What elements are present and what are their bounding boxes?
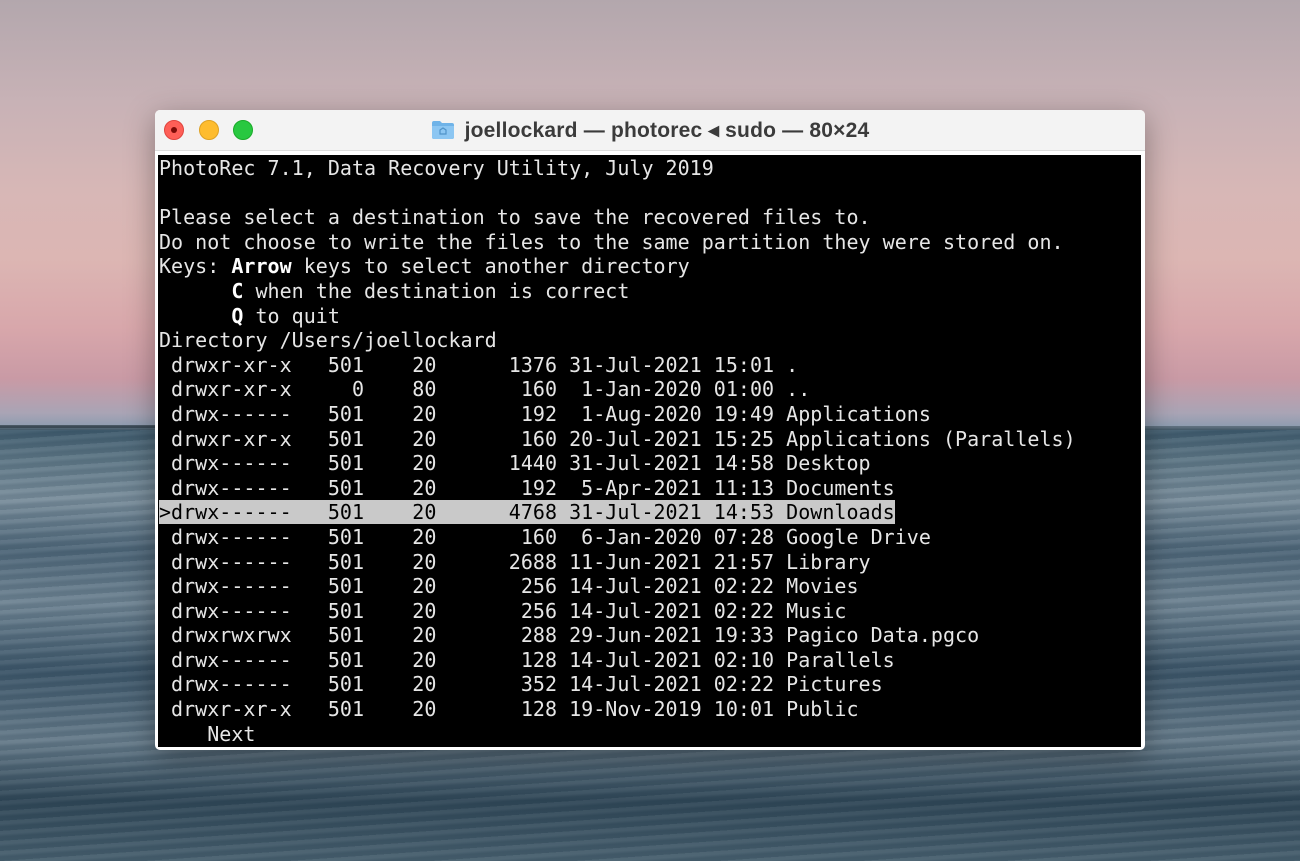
key-q-indent [159,304,231,328]
title-bar[interactable]: joellockard — photorec ◂ sudo — 80×24 [155,110,1145,151]
next-page-option[interactable]: Next [159,722,1076,747]
directory-entry[interactable]: drwx------ 501 20 1440 31-Jul-2021 14:58… [159,451,1076,476]
directory-entry[interactable]: drwx------ 501 20 352 14-Jul-2021 02:22 … [159,672,1076,697]
directory-entry-text: drwxrwxrwx 501 20 288 29-Jun-2021 19:33 … [159,623,980,648]
directory-entry-text: drwx------ 501 20 256 14-Jul-2021 02:22 … [159,574,859,599]
keys-line-q: Q to quit [159,304,1076,329]
directory-entry-text: drwx------ 501 20 160 6-Jan-2020 07:28 G… [159,524,931,549]
directory-entry-text: drwx------ 501 20 2688 11-Jun-2021 21:57… [159,549,871,574]
directory-entry[interactable]: drwx------ 501 20 192 1-Aug-2020 19:49 A… [159,402,1076,427]
directory-entry[interactable]: drwx------ 501 20 192 5-Apr-2021 11:13 D… [159,476,1076,501]
key-arrow-desc: keys to select another directory [291,254,690,279]
directory-entry-text: >drwx------ 501 20 4768 31-Jul-2021 14:5… [159,500,895,525]
directory-entry-text: drwx------ 501 20 192 1-Aug-2020 19:49 A… [159,401,931,426]
key-q: Q [231,303,244,328]
directory-path: Directory /Users/joellockard [159,328,497,353]
directory-entry-text: drwx------ 501 20 128 14-Jul-2021 02:10 … [159,647,895,672]
distant-pier [0,425,160,428]
directory-entry-text: drwx------ 501 20 256 14-Jul-2021 02:22 … [159,598,847,623]
directory-entry[interactable]: drwx------ 501 20 128 14-Jul-2021 02:10 … [159,648,1076,673]
directory-entry[interactable]: drwx------ 501 20 256 14-Jul-2021 02:22 … [159,599,1076,624]
directory-entry[interactable]: drwx------ 501 20 256 14-Jul-2021 02:22 … [159,574,1076,599]
terminal-content[interactable]: PhotoRec 7.1, Data Recovery Utility, Jul… [158,155,1141,747]
directory-entry-text: drwx------ 501 20 1440 31-Jul-2021 14:58… [159,451,871,476]
prompt-line-1: Please select a destination to save the … [159,205,871,230]
directory-entry-text: drwxr-xr-x 501 20 1376 31-Jul-2021 15:01… [159,352,799,377]
key-q-desc: to quit [243,303,340,328]
directory-entry[interactable]: drwxr-xr-x 501 20 128 19-Nov-2019 10:01 … [159,697,1076,722]
window-title-group: joellockard — photorec ◂ sudo — 80×24 [155,110,1145,150]
key-c: C [231,278,244,303]
key-c-indent [159,279,231,303]
directory-entry[interactable]: drwxr-xr-x 0 80 160 1-Jan-2020 01:00 .. [159,377,1076,402]
directory-entry-text: drwxr-xr-x 0 80 160 1-Jan-2020 01:00 .. [159,377,811,402]
key-c-desc: when the destination is correct [243,278,630,303]
directory-entry[interactable]: drwxrwxrwx 501 20 288 29-Jun-2021 19:33 … [159,623,1076,648]
directory-entry[interactable]: drwxr-xr-x 501 20 160 20-Jul-2021 15:25 … [159,427,1076,452]
folder-icon [431,120,455,140]
directory-entry-selected[interactable]: >drwx------ 501 20 4768 31-Jul-2021 14:5… [159,500,1076,525]
directory-entry-text: drwx------ 501 20 192 5-Apr-2021 11:13 D… [159,475,895,500]
terminal-lines: PhotoRec 7.1, Data Recovery Utility, Jul… [159,156,1076,746]
window-title: joellockard — photorec ◂ sudo — 80×24 [464,118,870,142]
keys-line-arrow: Keys: Arrow keys to select another direc… [159,254,1076,279]
key-arrow: Arrow [231,254,292,279]
directory-entry[interactable]: drwx------ 501 20 2688 11-Jun-2021 21:57… [159,550,1076,575]
directory-entry[interactable]: drwxr-xr-x 501 20 1376 31-Jul-2021 15:01… [159,353,1076,378]
terminal-window: joellockard — photorec ◂ sudo — 80×24 Ph… [155,110,1145,750]
directory-entry-text: drwxr-xr-x 501 20 160 20-Jul-2021 15:25 … [159,426,1076,451]
directory-entry-text: drwxr-xr-x 501 20 128 19-Nov-2019 10:01 … [159,697,859,722]
prompt-line-2: Do not choose to write the files to the … [159,229,1064,254]
keys-prefix: Keys: [159,254,232,279]
directory-entry-text: drwx------ 501 20 352 14-Jul-2021 02:22 … [159,672,883,697]
directory-entry[interactable]: drwx------ 501 20 160 6-Jan-2020 07:28 G… [159,525,1076,550]
keys-line-c: C when the destination is correct [159,279,1076,304]
app-header: PhotoRec 7.1, Data Recovery Utility, Jul… [159,156,714,180]
